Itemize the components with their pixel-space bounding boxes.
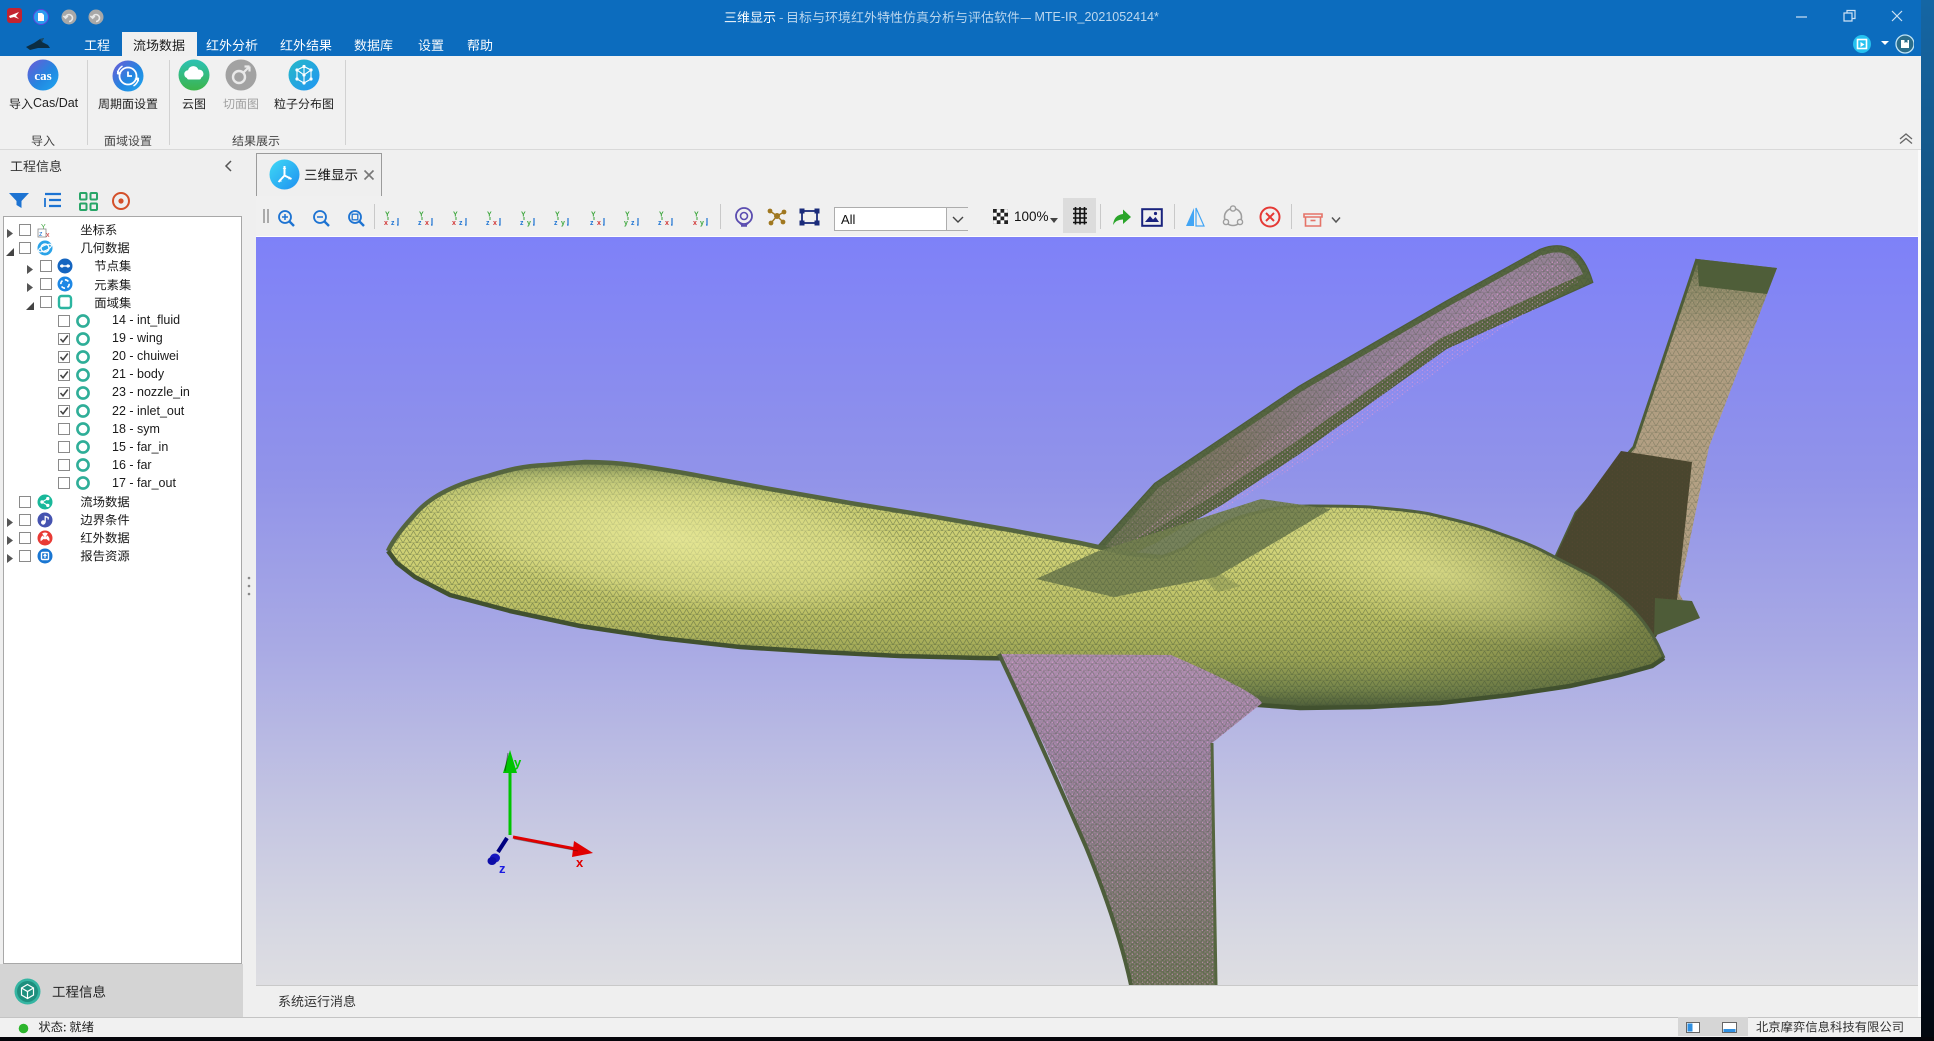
svg-text:z: z	[39, 231, 43, 238]
svg-text:y: y	[624, 220, 628, 227]
svg-text:z: z	[631, 220, 635, 227]
svg-text:z: z	[499, 861, 506, 876]
svg-text:z: z	[554, 220, 558, 227]
svg-text:z: z	[459, 220, 463, 227]
svg-text:z: z	[590, 220, 594, 227]
svg-text:x: x	[384, 220, 388, 227]
svg-text:x: x	[597, 220, 601, 227]
svg-text:x: x	[493, 220, 497, 227]
svg-text:z: z	[418, 220, 422, 227]
svg-text:x: x	[425, 220, 429, 227]
svg-text:x: x	[452, 220, 456, 227]
svg-text:x: x	[576, 855, 584, 870]
svg-text:x: x	[665, 220, 669, 227]
svg-text:cas: cas	[34, 68, 51, 83]
svg-text:Y: Y	[41, 224, 46, 231]
svg-text:x: x	[46, 232, 50, 238]
svg-text:y: y	[700, 220, 704, 227]
svg-text:z: z	[486, 220, 490, 227]
svg-text:y: y	[527, 220, 531, 227]
svg-text:z: z	[391, 220, 395, 227]
svg-text:x: x	[693, 220, 697, 227]
svg-text:z: z	[520, 220, 524, 227]
svg-text:y: y	[514, 755, 522, 770]
svg-text:z: z	[658, 220, 662, 227]
svg-text:y: y	[561, 220, 565, 227]
